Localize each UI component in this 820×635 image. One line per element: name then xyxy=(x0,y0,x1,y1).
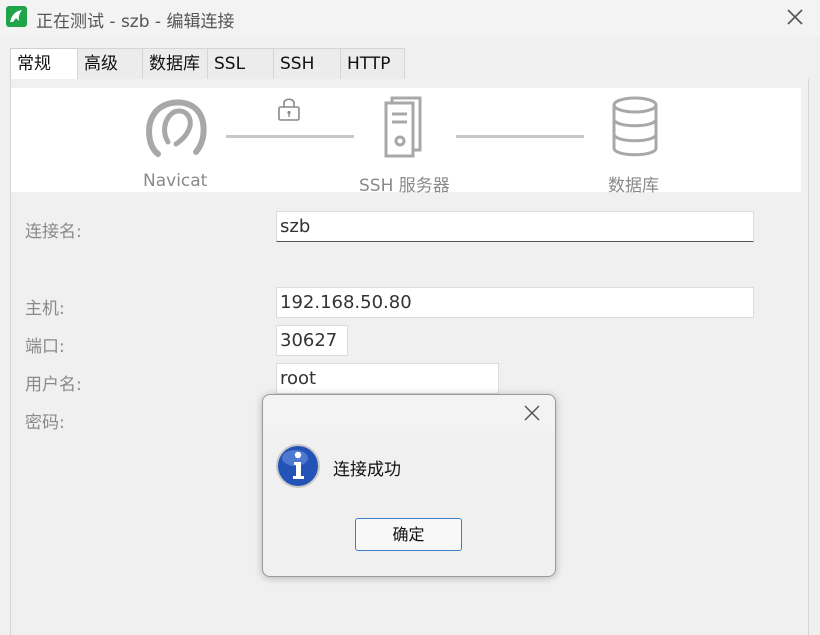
navicat-app-icon xyxy=(6,6,27,27)
dialog-title-bar xyxy=(263,395,555,431)
title-bar: 正在测试 - szb - 编辑连接 xyxy=(0,0,820,36)
username-label: 用户名: xyxy=(25,375,82,395)
tab-database[interactable]: 数据库 xyxy=(142,48,208,79)
close-icon[interactable] xyxy=(784,6,806,28)
ok-button[interactable]: 确定 xyxy=(355,518,462,551)
dialog-message: 连接成功 xyxy=(333,460,401,480)
host-input[interactable]: 192.168.50.80 xyxy=(276,287,754,318)
navicat-logo-icon xyxy=(146,99,207,157)
connection-line xyxy=(456,135,584,138)
database-icon xyxy=(612,96,658,157)
port-label: 端口: xyxy=(25,337,65,357)
tab-general[interactable]: 常规 xyxy=(10,48,78,80)
tab-ssh[interactable]: SSH xyxy=(273,48,341,79)
connection-success-dialog: 连接成功 确定 xyxy=(262,394,556,577)
tab-http[interactable]: HTTP xyxy=(340,48,405,79)
info-icon xyxy=(276,444,320,488)
close-icon[interactable] xyxy=(522,403,542,423)
tab-ssl[interactable]: SSL xyxy=(207,48,274,79)
window-title: 正在测试 - szb - 编辑连接 xyxy=(36,12,235,32)
connection-name-input[interactable]: szb xyxy=(276,211,754,242)
password-label: 密码: xyxy=(25,413,65,433)
lock-icon xyxy=(278,98,300,121)
host-label: 主机: xyxy=(25,299,65,319)
username-input[interactable]: root xyxy=(276,363,499,394)
connection-line xyxy=(226,135,354,138)
navicat-label: Navicat xyxy=(143,171,208,191)
database-label: 数据库 xyxy=(608,176,659,196)
port-input[interactable]: 30627 xyxy=(276,325,348,356)
server-icon xyxy=(384,96,422,158)
connection-diagram: Navicat SSH 服务器 数据库 xyxy=(11,88,801,196)
tab-advanced[interactable]: 高级 xyxy=(77,48,143,79)
ssh-server-label: SSH 服务器 xyxy=(359,176,450,196)
connection-name-label: 连接名: xyxy=(25,222,82,242)
